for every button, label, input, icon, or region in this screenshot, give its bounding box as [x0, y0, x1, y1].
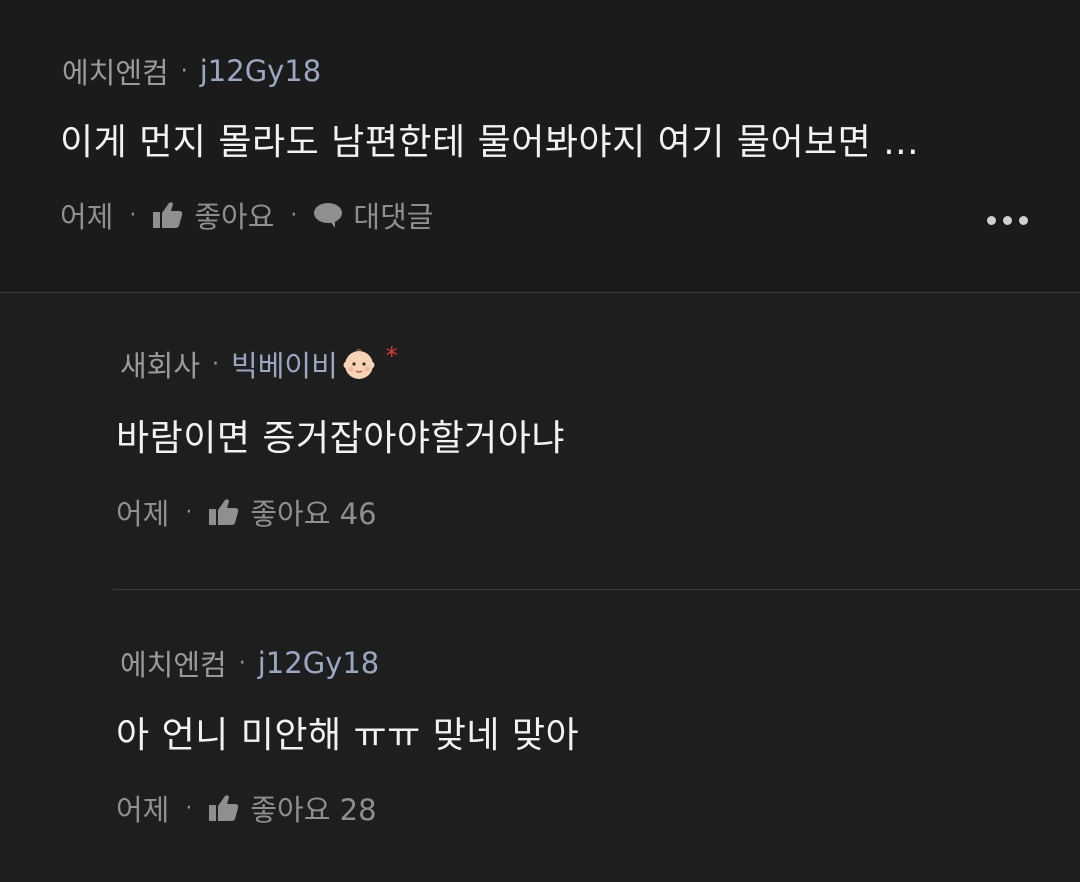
comment-time: 어제: [60, 200, 114, 234]
thumbs-up-icon[interactable]: [208, 793, 240, 823]
comment-time: 어제: [116, 497, 170, 531]
comment-actions: 어제 · 좋아요 · 대댓글: [60, 194, 433, 236]
author-nickname[interactable]: j12Gy18: [200, 54, 322, 88]
like-button[interactable]: 좋아요: [194, 194, 274, 236]
action-separator: ·: [185, 795, 193, 821]
comment-3: 에치엔컴 · j12Gy18 아 언니 미안해 ㅠㅠ 맞네 맞아 어제 · 좋아…: [0, 590, 1080, 882]
comment-1: 에치엔컴 · j12Gy18 이게 먼지 몰라도 남편한테 물어봐야지 여기 물…: [0, 0, 1080, 292]
reply-button[interactable]: 대댓글: [353, 194, 433, 236]
author-group: 에치엔컴: [120, 648, 227, 682]
comment-meta: 에치엔컴 · j12Gy18: [62, 50, 321, 92]
comment-text: 이게 먼지 몰라도 남편한테 물어봐야지 여기 물어보면 ...: [60, 122, 920, 163]
action-separator: ·: [290, 202, 298, 228]
more-horizontal-icon[interactable]: [987, 216, 1028, 225]
author-nickname[interactable]: j12Gy18: [258, 646, 380, 680]
chat-bubble-icon[interactable]: [313, 200, 343, 230]
comment-text: 바람이면 증거잡아야할거아냐: [116, 418, 566, 459]
thumbs-up-icon[interactable]: [208, 497, 240, 527]
author-group: 새회사: [120, 349, 201, 383]
baby-emoji-icon: [342, 347, 376, 381]
comment-meta: 에치엔컴 · j12Gy18: [120, 642, 379, 684]
action-separator: ·: [129, 202, 137, 228]
comment-actions: 어제 · 좋아요 46: [116, 491, 377, 533]
author-mark: *: [385, 342, 398, 370]
meta-separator: ·: [212, 351, 220, 377]
like-button[interactable]: 좋아요 28: [250, 787, 376, 829]
author-group: 에치엔컴: [62, 56, 169, 90]
comment-actions: 어제 · 좋아요 28: [116, 787, 377, 829]
meta-separator: ·: [180, 58, 188, 84]
action-separator: ·: [185, 499, 193, 525]
like-button[interactable]: 좋아요 46: [250, 491, 376, 533]
comment-text: 아 언니 미안해 ㅠㅠ 맞네 맞아: [116, 715, 580, 756]
comment-time: 어제: [116, 793, 170, 827]
meta-separator: ·: [238, 650, 246, 676]
thumbs-up-icon[interactable]: [152, 200, 184, 230]
author-nickname[interactable]: 빅베이비: [231, 343, 338, 385]
comment-2: 새회사 · 빅베이비 * 바람이면 증거잡아야할거아냐 어제 · 좋아요 46: [0, 293, 1080, 589]
comment-meta: 새회사 · 빅베이비 *: [120, 342, 398, 385]
